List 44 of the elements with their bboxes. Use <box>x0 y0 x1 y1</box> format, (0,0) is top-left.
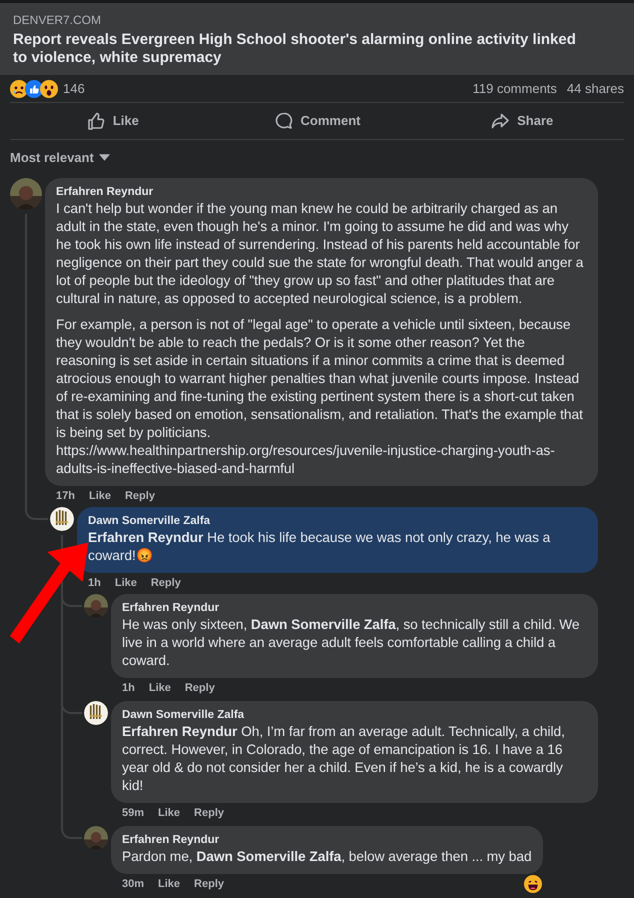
comment-text: For example, a person is not of "legal age" to operate a vehicle until sixteen, because they wouldn't be able to reach the pedals? Or is it some other reason? Yet the reasoning is set aside in certain situations if a minor commits a crime that is deemed atrocious enough to warrant higher penalties than what juvenile courts impose. Instead of re-examining and fine-tuning the existing pertinent system there is a short-cut taken that is solely based on emotion, sensationalism, and retaliation. That's the example that is being set by politicians. https://www.healthinpartnership.org/resources/juvenile-injustice-charging-youth-as-adults-is-ineffective-biased-and-harmful <box>56 316 584 478</box>
comment-author[interactable]: Erfahren Reyndur <box>122 600 587 616</box>
like-link[interactable]: Like <box>158 804 180 822</box>
comment-text: I can't help but wonder if the young man knew he could be arbitrarily charged as an adult in the state, even though he's a minor. I'm going to assume he did and was why he took his own life instead of surrendering. Instead of his parents held accountable for negligence on their part they could sue the state for wrongful death. That would anger a lot of people but the ideology of "they grow up so fast" and other platitudes that are cultural in nature, as opposed to accepted neurological science, is a problem. <box>56 200 584 308</box>
like-link[interactable]: Like <box>114 574 137 592</box>
comment-time[interactable]: 59m <box>122 804 144 822</box>
avatar[interactable] <box>50 506 74 530</box>
reply-link[interactable]: Reply <box>124 488 155 504</box>
reply-link[interactable]: Reply <box>150 574 181 592</box>
comment-text: Erfahren Reyndur He took his life because we was not only crazy, he was a coward!😡 <box>88 528 552 564</box>
comment-count[interactable]: 119 comments <box>472 78 557 98</box>
comment-time[interactable]: 1h <box>88 574 101 592</box>
reply-link[interactable]: Reply <box>194 804 224 822</box>
comment-time[interactable]: 17h <box>56 488 75 504</box>
caret-icon <box>98 154 110 162</box>
speech-bubble-icon <box>274 111 294 131</box>
comment-button[interactable]: Comment <box>214 103 420 139</box>
reply-link[interactable]: Reply <box>184 680 215 696</box>
link-title[interactable]: Report reveals Evergreen High School shooter's alarming online activity linked to violence, white supremacy <box>13 31 621 67</box>
like-button[interactable]: Like <box>10 103 215 139</box>
reply-link[interactable]: Reply <box>194 876 224 892</box>
share-arrow-icon <box>490 111 510 131</box>
comment-text: He was only sixteen, Dawn Somerville Zalfa, so technically still a child. We live in a world where an average adult feels comfortable calling a child a coward. <box>122 616 581 670</box>
like-link[interactable]: Like <box>158 876 180 892</box>
avatar[interactable] <box>84 700 108 724</box>
comment-author[interactable]: Erfahren Reyndur <box>122 832 532 848</box>
comment-author[interactable]: Dawn Somerville Zalfa <box>88 514 587 528</box>
share-count[interactable]: 44 shares <box>566 78 624 98</box>
share-button[interactable]: Share <box>419 103 624 139</box>
thumbs-up-icon <box>86 111 106 131</box>
reaction-count[interactable]: 146 <box>63 78 85 98</box>
comment-author[interactable]: Dawn Somerville Zalfa <box>122 708 587 722</box>
comment-time[interactable]: 30m <box>122 876 144 892</box>
comment-time[interactable]: 1h <box>122 680 135 696</box>
link-preview-card[interactable]: DENVER7.COM Report reveals Evergreen High School shooter's alarming online activity linked to violence, white supremacy <box>0 0 634 75</box>
sort-dropdown[interactable]: Most relevant <box>10 148 110 168</box>
like-link[interactable]: Like <box>88 488 111 504</box>
surprised-face-icon <box>40 80 58 98</box>
comment-author[interactable]: Erfahren Reyndur <box>56 184 587 200</box>
comment-text: Erfahren Reyndur Oh, I’m far from an average adult. Technically, a child, correct. However, in Colorado, the age of emancipation is 16. I have a 16 year old & do not consider her a child. Even if he’s a kid, he is a cowardly kid! <box>122 722 566 794</box>
link-source: DENVER7.COM <box>13 12 102 28</box>
like-link[interactable]: Like <box>148 680 171 696</box>
comment-text: Pardon me, Dawn Somerville Zalfa, below average then ... my bad <box>122 848 532 866</box>
laughing-face-icon[interactable] <box>524 875 542 893</box>
